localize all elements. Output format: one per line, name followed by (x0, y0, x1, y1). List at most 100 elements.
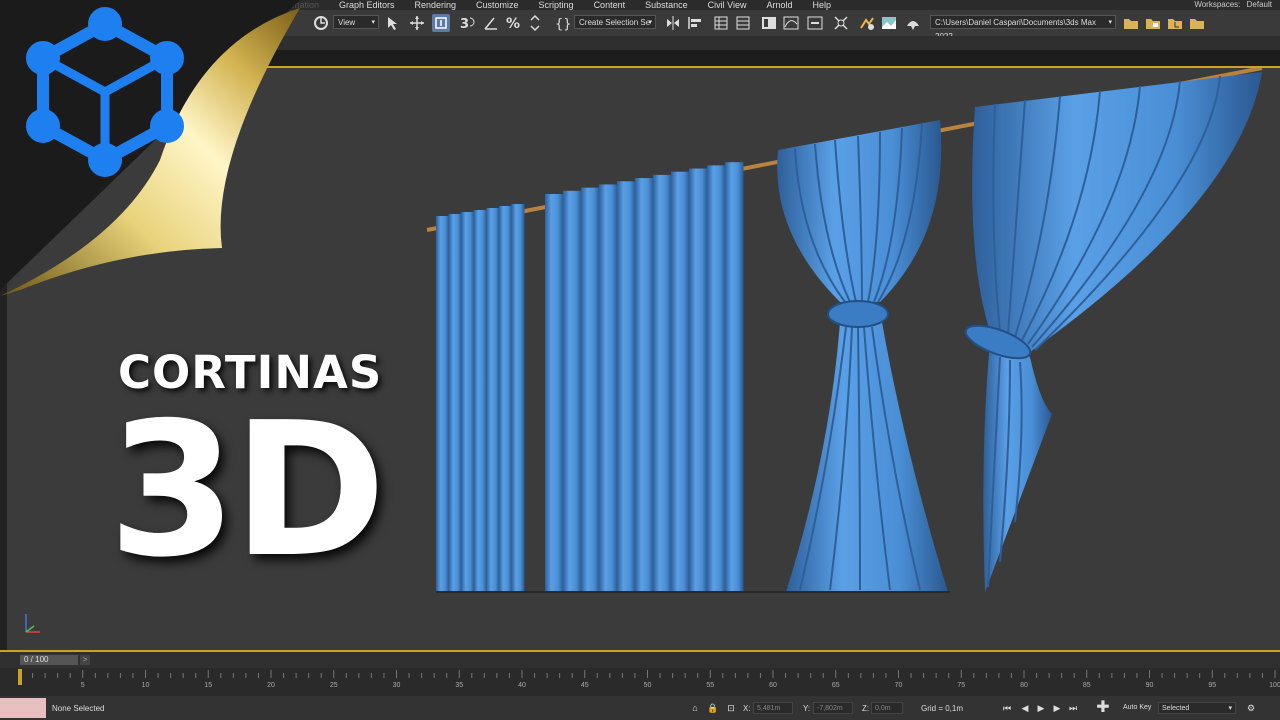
ruler-tick-label: 90 (1146, 682, 1154, 689)
curtain-panel-1 (436, 204, 525, 592)
y-label: Y: (803, 704, 811, 713)
set-key-icon[interactable]: ✚ (1096, 700, 1110, 716)
time-slider[interactable]: 0 / 100 > (0, 652, 1280, 668)
scene-explorer-icon[interactable] (712, 14, 730, 32)
go-to-start-icon[interactable]: ⏮ (1000, 701, 1014, 715)
menu-item-rendering[interactable]: Rendering (405, 0, 467, 10)
status-bar: None Selected ⌂ 🔒 ⊡ X: 5,481m Y: -7,802m… (0, 696, 1280, 720)
go-to-end-icon[interactable]: ⏭ (1066, 701, 1080, 715)
curtain-panel-3-tied (777, 120, 948, 592)
align-icon[interactable] (686, 14, 704, 32)
pleat (545, 194, 564, 592)
menu-item-content[interactable]: Content (584, 0, 636, 10)
auto-key-button[interactable]: Auto Key (1123, 704, 1151, 711)
pleat (473, 210, 487, 592)
pleat (635, 178, 654, 592)
ruler-tick-label: 50 (644, 682, 652, 689)
play-icon[interactable]: ▶ (1034, 701, 1048, 715)
ruler-tick-label: 80 (1020, 682, 1028, 689)
pleat (653, 174, 672, 592)
previous-frame-icon[interactable]: ◀ (1018, 701, 1032, 715)
layer-explorer-icon[interactable] (734, 14, 752, 32)
set-project-folder-icon[interactable] (1122, 14, 1140, 32)
current-frame-marker (18, 669, 22, 685)
curtain-panel-2 (545, 162, 744, 593)
x-coordinate-field[interactable]: 5,481m (753, 702, 793, 714)
time-config-icon[interactable]: ⚙ (1244, 701, 1258, 715)
curtain-panel-4-draped (964, 72, 1262, 592)
project-path-dropdown[interactable]: C:\Users\Daniel Caspari\Documents\3ds Ma… (930, 15, 1116, 41)
key-filter-label: Selected (1162, 705, 1190, 712)
ruler-tick-label: 20 (267, 682, 275, 689)
workspaces-label: Workspaces: (1194, 0, 1241, 9)
ruler-tick-label: 10 (142, 682, 150, 689)
mirror-icon[interactable] (664, 14, 682, 32)
render-production-icon[interactable] (904, 14, 922, 32)
rendered-frame-window-icon[interactable] (880, 14, 898, 32)
pleat (511, 204, 525, 592)
absolute-mode-icon[interactable]: ⊡ (724, 701, 738, 715)
ruler-tick-label: 75 (957, 682, 965, 689)
ruler-tick-label: 60 (769, 682, 777, 689)
title-line-2: 3D (108, 382, 386, 598)
next-frame-button[interactable]: > (80, 655, 90, 665)
menu-item-scripting[interactable]: Scripting (529, 0, 584, 10)
pleat (725, 162, 744, 592)
pleat (436, 216, 450, 592)
ruler-tick-label: 45 (581, 682, 589, 689)
selection-set-dropdown[interactable]: Create Selection Se ▾ (574, 15, 656, 29)
angle-snap-icon[interactable] (482, 14, 500, 32)
menu-item-substance[interactable]: Substance (635, 0, 698, 10)
logo-overlay (0, 0, 300, 296)
svg-text:3: 3 (460, 17, 469, 32)
spinner-snap-icon[interactable] (526, 14, 544, 32)
render-setup-icon[interactable] (858, 14, 876, 32)
select-and-place-icon[interactable] (432, 14, 450, 32)
recent-folder-icon[interactable] (1166, 14, 1184, 32)
project-settings-icon[interactable] (1188, 14, 1206, 32)
ruler-tick-label: 65 (832, 682, 840, 689)
snap-3d-icon[interactable]: 3 (458, 14, 476, 32)
pleat (707, 165, 726, 592)
move-icon[interactable] (408, 14, 426, 32)
ruler-tick-label: 85 (1083, 682, 1091, 689)
workspaces-selector[interactable]: Workspaces: Default (1194, 0, 1272, 10)
x-label: X: (743, 704, 751, 713)
view-dropdown[interactable]: View ▾ (333, 15, 379, 29)
isolate-selection-icon[interactable]: ⌂ (688, 701, 702, 715)
selection-set-label: Create Selection Se (579, 18, 651, 27)
lock-selection-icon[interactable]: 🔒 (706, 701, 720, 715)
select-object-icon[interactable] (384, 14, 402, 32)
menu-item-help[interactable]: Help (802, 0, 841, 10)
ruler-tick-label: 55 (706, 682, 714, 689)
pleat (563, 190, 582, 592)
schematic-view-icon[interactable] (806, 14, 824, 32)
axis-tripod-icon (25, 614, 40, 633)
pleat (599, 184, 618, 593)
track-bar[interactable]: 5 10 15 20 25 30 35 40 45 50 55 60 65 70 75 80 85 90 95 100 (0, 668, 1280, 696)
pleat (617, 181, 636, 593)
ribbon-toggle-icon[interactable] (760, 14, 778, 32)
next-frame-icon[interactable]: ▶ (1050, 701, 1064, 715)
menu-item-civil-view[interactable]: Civil View (698, 0, 757, 10)
open-folder-icon[interactable] (1144, 14, 1162, 32)
ruler-tick-label: 70 (895, 682, 903, 689)
percent-snap-icon[interactable]: % (504, 14, 522, 32)
curve-editor-icon[interactable] (782, 14, 800, 32)
menu-item-customize[interactable]: Customize (466, 0, 529, 10)
menu-item-arnold[interactable]: Arnold (756, 0, 802, 10)
frame-counter[interactable]: 0 / 100 (20, 655, 78, 665)
svg-text:%: % (506, 16, 520, 32)
edit-named-selection-icon[interactable]: {} (554, 14, 572, 32)
pleat (486, 208, 500, 592)
pleat (671, 171, 690, 592)
menu-item-graph-editors[interactable]: Graph Editors (329, 0, 405, 10)
selection-filter-icon[interactable] (312, 14, 330, 32)
z-coordinate-field[interactable]: 0,0m (871, 702, 903, 714)
maxscript-listener[interactable] (0, 698, 46, 718)
pleat (689, 168, 708, 592)
workspaces-value[interactable]: Default (1247, 0, 1272, 9)
material-editor-icon[interactable] (832, 14, 850, 32)
key-filter-dropdown[interactable]: Selected ▾ (1158, 702, 1236, 714)
y-coordinate-field[interactable]: -7,802m (813, 702, 853, 714)
